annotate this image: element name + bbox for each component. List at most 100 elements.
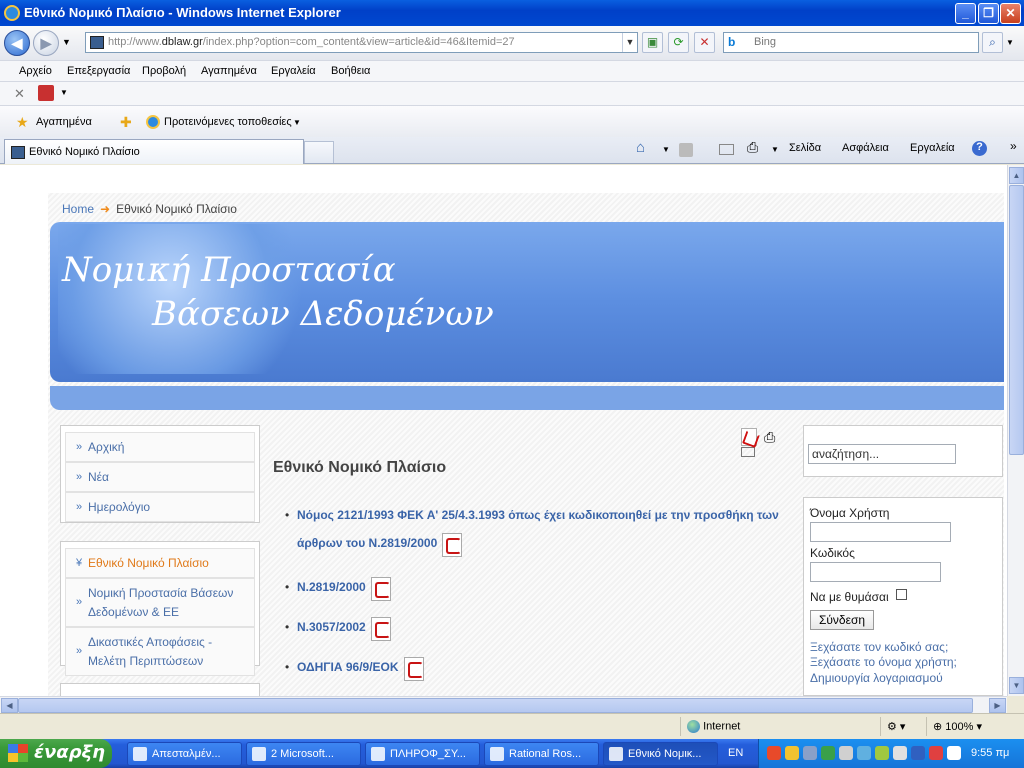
law-item[interactable]: Νόμος 2121/1993 ΦΕΚ Α' 25/4.3.1993 όπως … [285, 501, 787, 557]
law-item[interactable]: Ν.3057/2002 [285, 613, 787, 641]
taskbar-button[interactable]: Rational Ros... [484, 742, 599, 766]
menu-item-national-framework[interactable]: ¥ Εθνικό Νομικό Πλαίσιο [65, 548, 255, 578]
law-link[interactable]: ΟΔΗΓΙΑ 96/9/ΕΟΚ [297, 660, 399, 674]
close-toolbar-icon[interactable]: ✕ [14, 86, 25, 102]
help-icon[interactable]: ? [972, 141, 987, 156]
taskbar-button[interactable]: 2 Microsoft... [246, 742, 361, 766]
mail-icon[interactable] [719, 144, 734, 155]
email-icon[interactable] [741, 447, 755, 458]
suggested-sites-link[interactable]: Προτεινόμενες τοποθεσίες [164, 116, 292, 128]
start-button[interactable]: έναρξη [0, 739, 112, 768]
scroll-right-icon[interactable]: ▶ [989, 698, 1006, 713]
law-link[interactable]: Ν.2819/2000 [297, 580, 366, 594]
vertical-scroll-thumb[interactable] [1009, 185, 1024, 455]
tray-app-icon[interactable] [803, 746, 817, 760]
tray-app-icon[interactable] [875, 746, 889, 760]
menu-favorites[interactable]: Αγαπημένα [201, 65, 257, 77]
tray-app-icon[interactable] [929, 746, 943, 760]
print-article-icon[interactable]: ⎙ [764, 429, 775, 446]
menu-item-home[interactable]: » Αρχική [65, 432, 255, 462]
horizontal-scrollbar[interactable]: ◀ ▶ [0, 696, 1007, 713]
suggested-dropdown-icon[interactable]: ▼ [293, 118, 301, 127]
history-dropdown-icon[interactable]: ▼ [62, 37, 71, 47]
feeds-icon[interactable] [679, 143, 693, 157]
address-bar[interactable]: http://www.dblaw.gr/index.php?option=com… [85, 32, 638, 53]
law-link[interactable]: Νόμος 2121/1993 ΦΕΚ Α' 25/4.3.1993 όπως … [297, 508, 779, 550]
scroll-down-icon[interactable]: ▼ [1009, 677, 1024, 694]
tray-app-icon[interactable] [893, 746, 907, 760]
menu-item-label: Εθνικό Νομικό Πλαίσιο [88, 556, 209, 570]
tray-shield-icon[interactable] [785, 746, 799, 760]
safety-menu[interactable]: Ασφάλεια [842, 142, 889, 154]
page-menu[interactable]: Σελίδα [789, 142, 821, 154]
law-item[interactable]: Ν.2819/2000 [285, 573, 787, 601]
tray-app-icon[interactable] [821, 746, 835, 760]
new-tab-button[interactable] [304, 141, 334, 163]
menu-item-eu-protection[interactable]: » Νομική Προστασία Βάσεων Δεδομένων & ΕΕ [65, 578, 255, 627]
taskbar-button-active[interactable]: Εθνικό Νομικ... [603, 742, 718, 766]
home-dropdown-icon[interactable]: ▼ [662, 145, 670, 154]
protected-mode-icon[interactable]: ⚙ ▾ [880, 717, 926, 736]
tab-current[interactable]: Εθνικό Νομικό Πλαίσιο [4, 139, 304, 164]
pdf-icon[interactable] [370, 577, 391, 601]
remember-checkbox[interactable] [896, 589, 907, 600]
menu-item-news[interactable]: » Νέα [65, 462, 255, 492]
convert-dropdown-icon[interactable]: ▼ [60, 88, 68, 97]
favorites-button[interactable]: Αγαπημένα [36, 116, 92, 128]
menu-edit[interactable]: Επεξεργασία [67, 65, 130, 77]
tray-app-icon[interactable] [767, 746, 781, 760]
taskbar-button[interactable]: Απεσταλμέν... [127, 742, 242, 766]
pdf-convert-icon[interactable] [38, 85, 54, 101]
tray-volume-icon[interactable] [947, 746, 961, 760]
menu-help[interactable]: Βοήθεια [331, 65, 370, 77]
menu-item-calendar[interactable]: » Ημερολόγιο [65, 492, 255, 522]
home-icon[interactable]: ⌂ [636, 139, 645, 156]
pdf-icon[interactable] [370, 617, 391, 641]
more-commands-icon[interactable]: » [1010, 139, 1017, 153]
tray-app-icon[interactable] [839, 746, 853, 760]
minimize-button[interactable]: _ [955, 3, 976, 24]
forgot-password-link[interactable]: Ξεχάσατε τον κωδικό σας; [810, 640, 948, 654]
refresh-icon[interactable]: ⟳ [668, 32, 689, 53]
search-icon[interactable]: ⌕ [982, 32, 1003, 53]
address-dropdown-icon[interactable]: ▼ [622, 33, 637, 52]
breadcrumb-home-link[interactable]: Home [62, 202, 94, 216]
password-field[interactable] [810, 562, 941, 582]
menu-tools[interactable]: Εργαλεία [271, 65, 316, 77]
compatibility-view-icon[interactable]: ▣ [642, 32, 663, 53]
tools-menu[interactable]: Εργαλεία [910, 142, 955, 154]
pdf-icon[interactable] [741, 428, 757, 446]
print-icon[interactable]: ⎙ [747, 139, 758, 156]
search-input[interactable]: b Bing [723, 32, 979, 53]
pdf-icon[interactable] [442, 533, 463, 557]
search-options-icon[interactable]: ▼ [1006, 38, 1014, 47]
tray-network-icon[interactable] [857, 746, 871, 760]
zoom-control[interactable]: ⊕ 100% ▾ [926, 717, 1006, 736]
close-button[interactable]: ✕ [1000, 3, 1021, 24]
back-button[interactable]: ◀ [4, 30, 30, 56]
taskbar-button[interactable]: ΠΛΗΡΟΦ_ΣΥ... [365, 742, 480, 766]
scroll-left-icon[interactable]: ◀ [1, 698, 18, 713]
law-link[interactable]: Ν.3057/2002 [297, 620, 366, 634]
law-item[interactable]: ΟΔΗΓΙΑ 96/9/ΕΟΚ [285, 653, 787, 681]
username-field[interactable] [810, 522, 951, 542]
horizontal-scroll-thumb[interactable] [18, 698, 973, 713]
stop-icon[interactable]: ✕ [694, 32, 715, 53]
maximize-button[interactable]: ❐ [978, 3, 999, 24]
scroll-up-icon[interactable]: ▲ [1009, 167, 1024, 184]
menu-file[interactable]: Αρχείο [19, 65, 52, 77]
menu-item-court-decisions[interactable]: » Δικαστικές Αποφάσεις - Μελέτη Περιπτώσε… [65, 627, 255, 676]
forward-button[interactable]: ▶ [33, 30, 59, 56]
tray-app-icon[interactable] [911, 746, 925, 760]
menu-view[interactable]: Προβολή [142, 65, 186, 77]
register-link[interactable]: Δημιουργία λογαριασμού [810, 671, 943, 685]
clock[interactable]: 9:55 πμ [971, 747, 1009, 759]
login-button[interactable]: Σύνδεση [810, 610, 874, 630]
pdf-icon[interactable] [403, 657, 424, 681]
forgot-username-link[interactable]: Ξεχάσατε το όνομα χρήστη; [810, 655, 957, 669]
print-dropdown-icon[interactable]: ▼ [771, 145, 779, 154]
site-search-input[interactable]: αναζήτηση... [808, 444, 956, 464]
add-favorite-icon[interactable]: ✚ [120, 114, 132, 131]
language-indicator[interactable]: EN [728, 747, 743, 759]
vertical-scrollbar[interactable]: ▲ ▼ [1007, 165, 1024, 696]
